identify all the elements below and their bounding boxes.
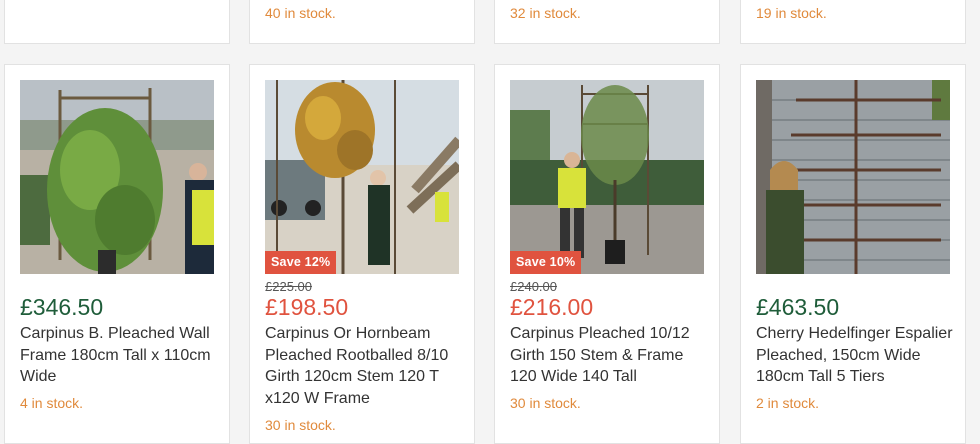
product-card[interactable]: Save 12% £225.00 £198.50 Carpinus Or Hor… bbox=[249, 64, 475, 444]
stock-status: 2 in stock. bbox=[756, 395, 820, 411]
product-name[interactable]: Carpinus Or Hornbeam Pleached Rootballed… bbox=[265, 323, 465, 409]
original-price: £240.00 bbox=[510, 279, 557, 294]
product-name[interactable]: Carpinus B. Pleached Wall Frame 180cm Ta… bbox=[20, 323, 220, 388]
stock-status: 30 in stock. bbox=[265, 417, 336, 433]
product-card[interactable]: Save 10% £240.00 £216.00 Carpinus Pleach… bbox=[494, 64, 720, 444]
product-card-top-4[interactable]: 19 in stock. bbox=[740, 0, 966, 44]
product-photo bbox=[756, 80, 950, 274]
sale-price: £198.50 bbox=[265, 294, 349, 320]
stock-status: 30 in stock. bbox=[510, 395, 581, 411]
discount-badge: Save 10% bbox=[510, 251, 582, 274]
discount-badge: Save 12% bbox=[265, 251, 337, 274]
stock-status: 4 in stock. bbox=[20, 395, 84, 411]
product-card-top-1[interactable] bbox=[4, 0, 230, 44]
product-image[interactable]: Save 12% bbox=[265, 80, 459, 274]
stock-status: 32 in stock. bbox=[510, 5, 581, 21]
original-price: £225.00 bbox=[265, 279, 312, 294]
product-photo bbox=[265, 80, 459, 274]
sale-price: £216.00 bbox=[510, 294, 594, 320]
product-name[interactable]: Carpinus Pleached 10/12 Girth 150 Stem &… bbox=[510, 323, 710, 388]
product-image[interactable] bbox=[20, 80, 214, 274]
product-card-top-3[interactable]: 32 in stock. bbox=[494, 0, 720, 44]
product-card[interactable]: £463.50 Cherry Hedelfinger Espalier Plea… bbox=[740, 64, 966, 444]
product-card[interactable]: £346.50 Carpinus B. Pleached Wall Frame … bbox=[4, 64, 230, 444]
product-image[interactable] bbox=[756, 80, 950, 274]
product-card-top-2[interactable]: 40 in stock. bbox=[249, 0, 475, 44]
product-photo bbox=[20, 80, 214, 274]
stock-status: 19 in stock. bbox=[756, 5, 827, 21]
product-photo bbox=[510, 80, 704, 274]
product-price: £346.50 bbox=[20, 294, 104, 320]
stock-status: 40 in stock. bbox=[265, 5, 336, 21]
product-name[interactable]: Cherry Hedelfinger Espalier Pleached, 15… bbox=[756, 323, 956, 388]
product-price: £463.50 bbox=[756, 294, 840, 320]
product-image[interactable]: Save 10% bbox=[510, 80, 704, 274]
